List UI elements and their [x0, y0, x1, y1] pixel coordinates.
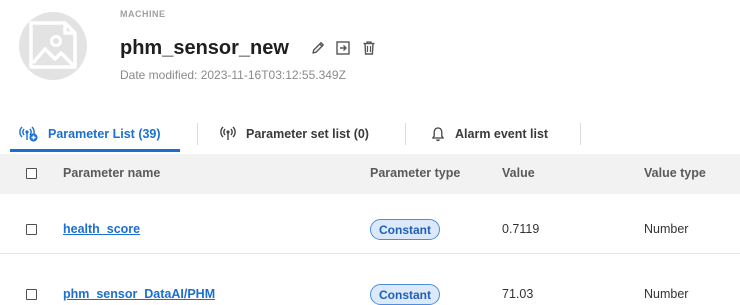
active-tab-indicator	[10, 149, 180, 152]
tab-divider	[580, 123, 581, 145]
tab-parameter-list[interactable]: Parameter List (39)	[19, 116, 161, 152]
parameter-name-link[interactable]: phm_sensor_DataAI/PHM	[63, 287, 215, 301]
tab-parameter-set-list[interactable]: Parameter set list (0)	[219, 116, 369, 152]
page-title: phm_sensor_new	[120, 36, 289, 59]
row-checkbox[interactable]	[26, 289, 37, 300]
bell-icon	[430, 126, 446, 142]
parameter-set-icon	[219, 126, 237, 142]
tab-bar: Parameter List (39) Parameter set list (…	[0, 116, 740, 152]
tab-label: Parameter List (39)	[48, 127, 161, 141]
parameter-list-icon	[19, 126, 39, 142]
column-header-value[interactable]: Value	[502, 166, 535, 180]
tab-divider	[405, 123, 406, 145]
parameter-value: 0.7119	[502, 222, 540, 236]
title-row: phm_sensor_new	[120, 36, 378, 60]
table-row: health_score Constant 0.7119 Number	[0, 204, 740, 254]
parameter-value-type: Number	[644, 287, 689, 301]
date-modified: Date modified: 2023-11-16T03:12:55.349Z	[120, 68, 346, 82]
select-all-checkbox[interactable]	[26, 168, 37, 179]
parameter-name-link[interactable]: health_score	[63, 222, 140, 236]
column-header-value-type[interactable]: Value type	[644, 166, 706, 180]
edit-pencil-icon[interactable]	[309, 39, 327, 57]
table-row: phm_sensor_DataAI/PHM Constant 71.03 Num…	[0, 269, 740, 305]
row-divider	[0, 253, 740, 254]
column-header-parameter-name[interactable]: Parameter name	[63, 166, 160, 180]
trash-icon[interactable]	[360, 39, 378, 57]
move-to-icon[interactable]	[334, 39, 352, 57]
tab-label: Alarm event list	[455, 127, 549, 141]
machine-detail-page: MACHINE phm_sensor_new Date modified: 20…	[0, 0, 740, 305]
tab-divider	[197, 123, 198, 145]
parameter-type-chip: Constant	[370, 219, 440, 240]
machine-category-label: MACHINE	[120, 9, 166, 19]
parameter-value: 71.03	[502, 287, 534, 301]
row-checkbox[interactable]	[26, 224, 37, 235]
machine-thumbnail	[19, 12, 87, 80]
tab-label: Parameter set list (0)	[246, 127, 369, 141]
table-header: Parameter name Parameter type Value Valu…	[0, 154, 740, 194]
tab-alarm-event-list[interactable]: Alarm event list	[430, 116, 548, 152]
column-header-parameter-type[interactable]: Parameter type	[370, 166, 460, 180]
parameter-type-chip: Constant	[370, 284, 440, 305]
parameter-value-type: Number	[644, 222, 689, 236]
